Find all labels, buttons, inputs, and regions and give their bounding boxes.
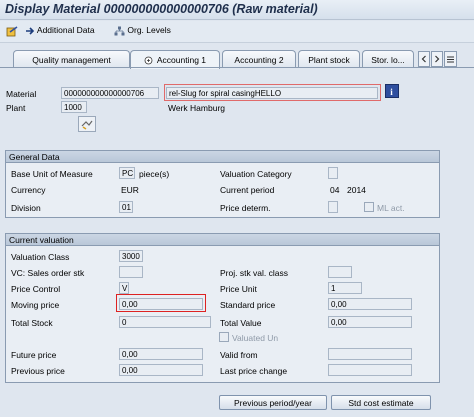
valuation-category-label: Valuation Category [220, 169, 292, 179]
org-levels-button[interactable]: Org. Levels [114, 25, 171, 36]
future-price-field[interactable]: 0,00 [119, 348, 203, 360]
tab-plant-stock[interactable]: Plant stock [298, 50, 360, 68]
price-unit-label: Price Unit [220, 284, 257, 294]
additional-data-icon [26, 27, 35, 35]
org-levels-label: Org. Levels [127, 25, 171, 35]
tab-label: Accounting 1 [156, 55, 207, 65]
tab-scroll-icon [144, 56, 153, 65]
current-valuation-title: Current valuation [9, 235, 74, 245]
general-data-header: General Data [6, 151, 439, 163]
last-price-change-field[interactable] [328, 364, 412, 376]
tab-label: Accounting 2 [234, 55, 284, 65]
plant-field[interactable]: 1000 [61, 101, 87, 113]
valuation-category-field[interactable] [328, 167, 338, 179]
plant-description: Werk Hamburg [168, 103, 225, 113]
last-price-change-label: Last price change [220, 366, 288, 376]
moving-price-highlight [116, 294, 206, 312]
tab-accounting-2[interactable]: Accounting 2 [222, 50, 296, 68]
previous-price-field[interactable]: 0,00 [119, 364, 203, 376]
price-determ-label: Price determ. [220, 203, 271, 213]
tab-scroll-left-button[interactable] [418, 51, 430, 67]
currency-label: Currency [11, 185, 46, 195]
total-stock-label: Total Stock [11, 318, 53, 328]
material-field[interactable]: 000000000000000706 [61, 87, 159, 99]
division-label: Division [11, 203, 41, 213]
current-period-label: Current period [220, 185, 275, 195]
previous-price-label: Previous price [11, 366, 65, 376]
valuated-un-label: Valuated Un [232, 333, 279, 343]
info-icon[interactable]: i [385, 84, 399, 98]
tab-list-icon [447, 56, 454, 63]
svg-text:i: i [390, 87, 393, 97]
tab-label: Plant stock [308, 55, 350, 65]
description-highlight [164, 84, 381, 101]
valid-from-label: Valid from [220, 350, 258, 360]
org-levels-icon [114, 26, 125, 36]
total-value-field[interactable]: 0,00 [328, 316, 412, 328]
valuation-class-field[interactable]: 3000 [119, 250, 143, 262]
ml-act-checkbox[interactable] [364, 202, 374, 212]
long-text-icon [81, 120, 93, 130]
plant-label: Plant [6, 103, 26, 113]
price-unit-field[interactable]: 1 [328, 282, 362, 294]
current-valuation-header: Current valuation [6, 234, 439, 246]
valuation-class-label: Valuation Class [11, 252, 70, 262]
moving-price-label: Moving price [11, 300, 60, 310]
current-period-year: 2014 [347, 185, 366, 195]
standard-price-field[interactable]: 0,00 [328, 298, 412, 310]
valid-from-field[interactable] [328, 348, 412, 360]
proj-stk-field[interactable] [328, 266, 352, 278]
valuated-un-checkbox[interactable] [219, 332, 229, 342]
window-title: Display Material 000000000000000706 (Raw… [5, 2, 318, 16]
chevron-left-icon [421, 55, 426, 63]
vc-sales-order-field[interactable] [119, 266, 143, 278]
future-price-label: Future price [11, 350, 57, 360]
standard-price-label: Standard price [220, 300, 276, 310]
tab-storage-location[interactable]: Stor. lo... [362, 50, 414, 68]
application-toolbar: Additional Data Org. Levels [0, 21, 474, 43]
total-value-label: Total Value [220, 318, 262, 328]
price-control-label: Price Control [11, 284, 61, 294]
base-uom-field[interactable]: PC [119, 167, 135, 179]
long-text-button[interactable] [78, 116, 96, 132]
additional-data-label: Additional Data [36, 25, 95, 35]
tab-list-button[interactable] [444, 51, 457, 67]
tab-strip: Quality management Accounting 1 Accounti… [0, 50, 474, 69]
title-bar: Display Material 000000000000000706 (Raw… [0, 0, 474, 20]
base-uom-label: Base Unit of Measure [11, 169, 93, 179]
tab-label: Stor. lo... [371, 55, 405, 65]
additional-data-button[interactable]: Additional Data [25, 25, 95, 36]
proj-stk-label: Proj. stk val. class [220, 268, 289, 278]
previous-period-button[interactable]: Previous period/year [219, 395, 327, 410]
display-change-icon[interactable] [6, 26, 18, 39]
base-uom-text: piece(s) [139, 169, 170, 179]
material-label: Material [6, 89, 37, 99]
division-field[interactable]: 01 [119, 201, 133, 213]
price-control-field[interactable]: V [119, 282, 129, 294]
total-stock-field[interactable]: 0 [119, 316, 211, 328]
tab-scroll-right-button[interactable] [431, 51, 443, 67]
tab-quality-management[interactable]: Quality management [13, 50, 130, 68]
price-determ-field[interactable] [328, 201, 338, 213]
tab-label: Quality management [32, 55, 111, 65]
general-data-title: General Data [9, 152, 60, 162]
ml-act-label: ML act. [377, 203, 405, 213]
vc-sales-order-label: VC: Sales order stk [11, 268, 85, 278]
currency-value: EUR [121, 185, 139, 195]
std-cost-estimate-button[interactable]: Std cost estimate [331, 395, 431, 410]
current-period-month: 04 [330, 185, 340, 195]
chevron-right-icon [435, 55, 440, 63]
tab-divider [0, 67, 474, 68]
